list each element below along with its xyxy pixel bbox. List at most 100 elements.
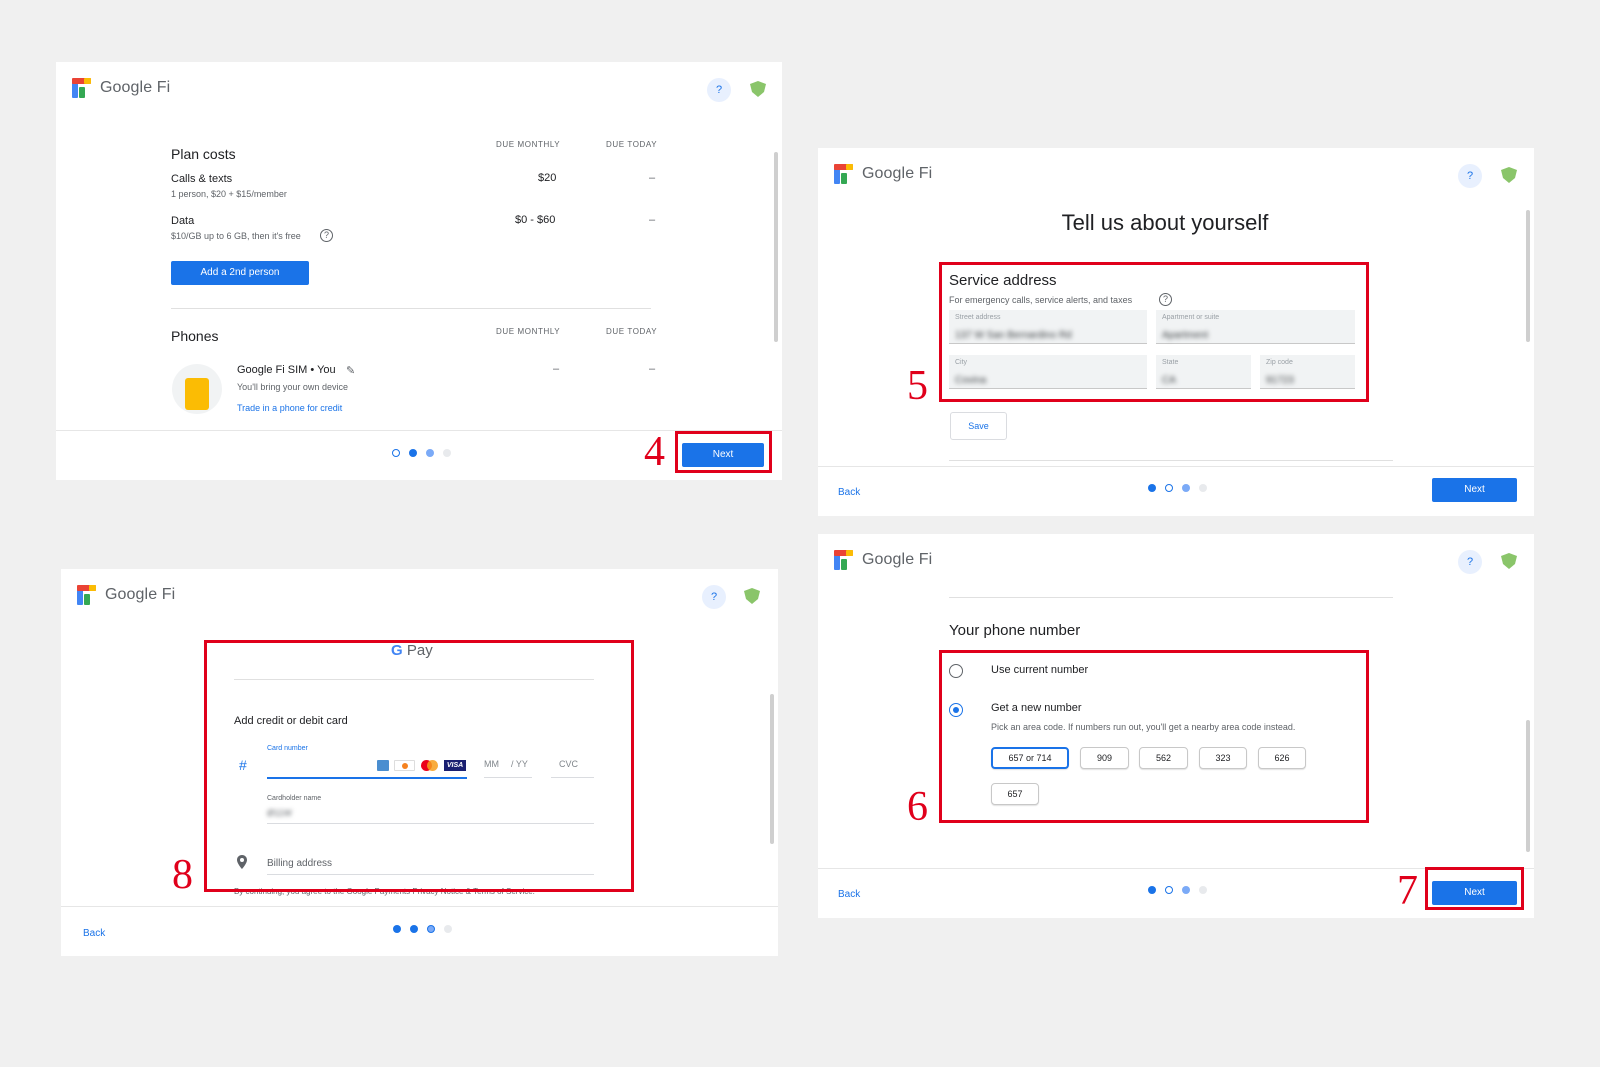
back-link[interactable]: Back: [838, 889, 860, 900]
card-number-label: Card number: [267, 745, 308, 752]
phone-number-panel: Google Fi ? Your phone number Use curren…: [818, 534, 1534, 918]
state-field[interactable]: State CA: [1156, 355, 1251, 389]
apartment-value: Apartment: [1162, 330, 1209, 341]
footer: Next: [56, 430, 782, 480]
billing-underline: [267, 874, 594, 875]
cardholder-input[interactable]: [267, 823, 594, 824]
step-number-8: 8: [172, 852, 193, 898]
plan-costs-panel: Google Fi ? Plan costs DUE MONTHLY DUE T…: [56, 62, 782, 480]
zip-value: 91723: [1266, 375, 1294, 386]
progress-dot: [443, 449, 451, 457]
progress-dot: [410, 925, 418, 933]
city-label: City: [955, 359, 968, 366]
city-field[interactable]: City Covina: [949, 355, 1147, 389]
due-monthly-header: DUE MONTHLY: [496, 327, 561, 336]
next-button[interactable]: Next: [1432, 478, 1517, 502]
get-new-radio[interactable]: [949, 703, 963, 717]
scrollbar[interactable]: [774, 152, 778, 342]
use-current-label[interactable]: Use current number: [991, 664, 1088, 676]
phone-monthly: –: [553, 363, 560, 375]
progress-dot: [409, 449, 417, 457]
area-code-chip[interactable]: 909: [1080, 747, 1129, 769]
area-code-chip[interactable]: 626: [1258, 747, 1306, 769]
calls-texts-today: –: [649, 172, 656, 184]
progress-dot: [444, 925, 452, 933]
data-label: Data: [171, 215, 195, 227]
divider: [171, 308, 651, 309]
info-icon[interactable]: ?: [320, 229, 333, 242]
help-icon[interactable]: ?: [1458, 164, 1482, 188]
progress-dot: [1148, 484, 1156, 492]
add-card-title: Add credit or debit card: [234, 715, 348, 727]
header: Google Fi ?: [818, 534, 1534, 590]
state-label: State: [1162, 359, 1179, 366]
calls-texts-monthly: $20: [538, 172, 557, 184]
avatar[interactable]: [742, 587, 762, 605]
card-number-input[interactable]: [267, 777, 467, 779]
area-code-chip[interactable]: 657 or 714: [991, 747, 1069, 769]
apartment-field[interactable]: Apartment or suite Apartment: [1156, 310, 1355, 344]
cvc-underline: [551, 777, 594, 778]
street-address-field[interactable]: Street address 137 W San Bernardino Rd: [949, 310, 1147, 344]
area-code-chip[interactable]: 657: [991, 783, 1039, 805]
progress-dot: [427, 925, 435, 933]
avatar[interactable]: [748, 80, 768, 98]
google-pay-g: G: [391, 642, 403, 659]
edit-icon[interactable]: ✎: [346, 364, 355, 377]
data-detail: $10/GB up to 6 GB, then it's free: [171, 231, 301, 241]
area-code-chip[interactable]: 562: [1139, 747, 1188, 769]
progress-dot: [1165, 886, 1173, 894]
yy-input[interactable]: / YY: [511, 759, 528, 769]
data-monthly: $0 - $60: [515, 214, 556, 226]
progress-dot: [1148, 886, 1156, 894]
scrollbar[interactable]: [1526, 210, 1530, 342]
google-fi-logo: [77, 585, 96, 605]
scrollbar[interactable]: [770, 694, 774, 844]
info-icon[interactable]: ?: [1159, 293, 1172, 306]
divider: [949, 597, 1393, 598]
help-icon[interactable]: ?: [702, 585, 726, 609]
cardholder-value: Ø11W: [267, 808, 292, 818]
get-new-label[interactable]: Get a new number: [991, 702, 1082, 714]
next-button[interactable]: Next: [1432, 881, 1517, 905]
progress-dot: [1165, 484, 1173, 492]
trade-in-link[interactable]: Trade in a phone for credit: [237, 403, 342, 413]
phone-name: Google Fi SIM • You: [237, 364, 336, 376]
plan-costs-title: Plan costs: [171, 146, 236, 162]
city-value: Covina: [955, 375, 987, 386]
street-address-label: Street address: [955, 314, 1001, 321]
help-icon[interactable]: ?: [1458, 550, 1482, 574]
terms-text: By continuing, you agree to the Google P…: [234, 887, 535, 896]
scrollbar[interactable]: [1526, 720, 1530, 852]
progress-dot: [426, 449, 434, 457]
divider: [234, 679, 594, 680]
divider: [949, 460, 1393, 461]
footer: Back: [61, 906, 778, 956]
use-current-radio[interactable]: [949, 664, 963, 678]
amex-icon: [377, 760, 389, 771]
header: Google Fi ?: [61, 569, 778, 625]
footer: Back Next: [818, 466, 1534, 516]
brand-name: Google Fi: [862, 165, 933, 182]
help-icon[interactable]: ?: [707, 78, 731, 102]
avatar[interactable]: [1499, 166, 1519, 184]
avatar[interactable]: [1499, 552, 1519, 570]
zip-field[interactable]: Zip code 91723: [1260, 355, 1355, 389]
step-number-6: 6: [907, 784, 928, 830]
phones-title: Phones: [171, 328, 219, 344]
billing-address-input[interactable]: Billing address: [267, 858, 332, 869]
mastercard-icon: [419, 760, 440, 771]
save-button[interactable]: Save: [950, 412, 1007, 440]
sim-icon: [172, 364, 222, 414]
add-person-button[interactable]: Add a 2nd person: [171, 261, 309, 285]
get-new-subtitle: Pick an area code. If numbers run out, y…: [991, 722, 1296, 732]
area-code-chip[interactable]: 323: [1199, 747, 1247, 769]
cvc-input[interactable]: CVC: [559, 759, 578, 769]
mm-input[interactable]: MM: [484, 759, 499, 769]
location-pin-icon: [237, 855, 247, 869]
footer: Back Next: [818, 868, 1534, 918]
back-link[interactable]: Back: [838, 487, 860, 498]
step-number-7: 7: [1397, 868, 1418, 914]
next-button[interactable]: Next: [682, 443, 764, 467]
back-link[interactable]: Back: [83, 928, 105, 939]
